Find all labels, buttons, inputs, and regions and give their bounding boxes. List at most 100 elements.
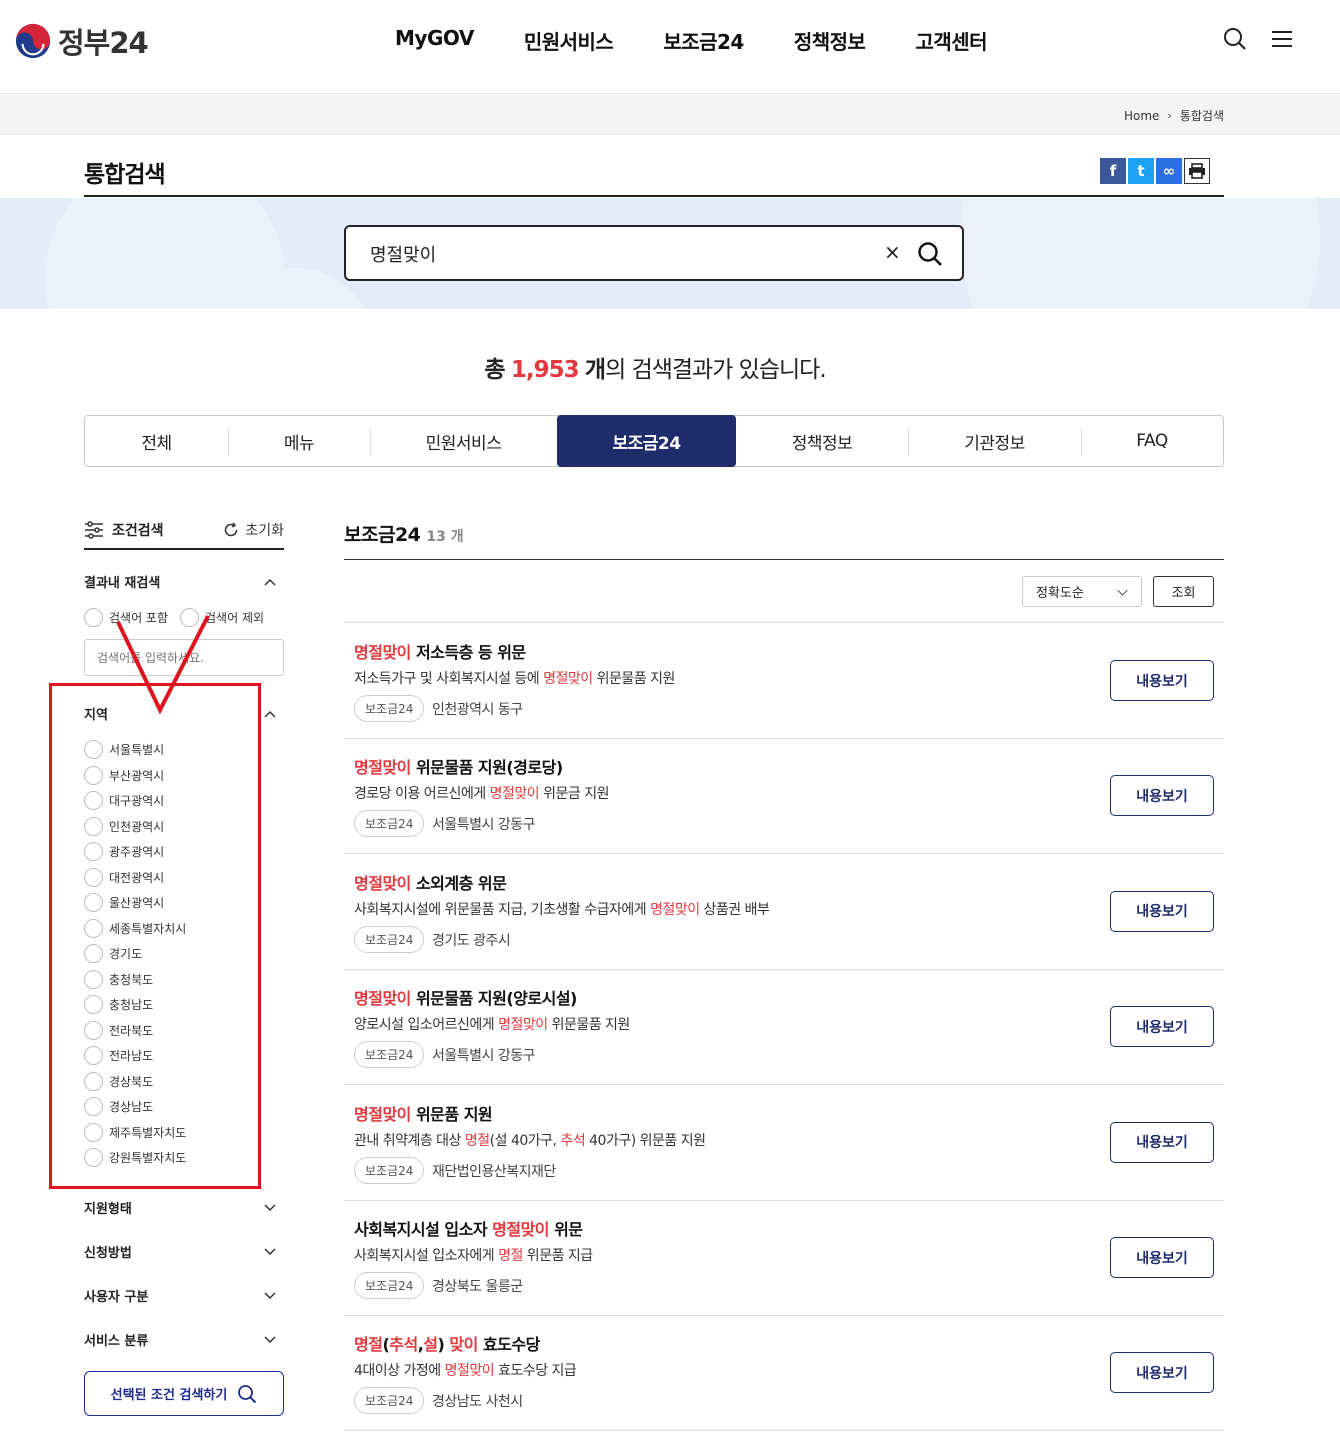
clear-icon[interactable]: × (884, 240, 901, 264)
view-detail-button[interactable]: 내용보기 (1110, 660, 1214, 701)
nav-subsidy24[interactable]: 보조금24 (663, 26, 744, 55)
print-icon[interactable] (1184, 158, 1210, 184)
section-service-category[interactable]: 서비스 분류 (84, 1330, 284, 1349)
menu-icon[interactable] (1268, 24, 1298, 54)
region-radio[interactable]: 세종특별자치시 (84, 916, 186, 942)
view-detail-button[interactable]: 내용보기 (1110, 1121, 1214, 1163)
tab-policy-info[interactable]: 정책정보 (736, 416, 908, 466)
view-detail-button[interactable]: 내용보기 (1110, 1006, 1214, 1048)
search-input[interactable] (370, 241, 850, 267)
radio-circle[interactable] (84, 1071, 103, 1091)
section-support-type[interactable]: 지원형태 (84, 1198, 284, 1217)
tab-subsidy24[interactable]: 보조금24 (557, 415, 736, 467)
nav-civil-service[interactable]: 민원서비스 (524, 26, 614, 55)
view-detail-button[interactable]: 내용보기 (1110, 1237, 1214, 1278)
region-radio[interactable]: 전라북도 (84, 1018, 186, 1044)
radio-circle[interactable] (84, 1097, 103, 1117)
radio-circle[interactable] (84, 944, 103, 964)
tab-faq[interactable]: FAQ (1081, 416, 1223, 466)
radio-circle[interactable] (84, 842, 103, 862)
region-radio[interactable]: 부산광역시 (84, 763, 186, 789)
support-type-title: 지원형태 (84, 1202, 132, 1217)
link-icon[interactable]: ∞ (1156, 158, 1182, 184)
site-logo[interactable]: 정부24 (14, 20, 149, 62)
view-detail-button[interactable]: 내용보기 (1110, 775, 1214, 817)
view-detail-button[interactable]: 내용보기 (1110, 890, 1214, 932)
result-title[interactable]: 명절맞이 위문물품 지원(양로시설) (354, 985, 577, 1009)
sort-select[interactable]: 정확도순 (1022, 576, 1142, 607)
region-radio[interactable]: 광주광역시 (84, 839, 186, 865)
desc-text: 저소득가구 및 사회복지시설 등에 (354, 671, 544, 687)
reset-button[interactable]: 초기화 (223, 520, 284, 540)
radio-circle[interactable] (84, 1020, 103, 1040)
radio-circle[interactable] (84, 1046, 103, 1066)
radio-circle[interactable] (84, 1122, 103, 1142)
result-item: 명절맞이 저소득층 등 위문 저소득가구 및 사회복지시설 등에 명절맞이 위문물… (344, 623, 1224, 739)
radio-circle[interactable] (84, 765, 103, 785)
region-radio[interactable]: 경기도 (84, 941, 186, 967)
region-header[interactable]: 지역 (84, 704, 284, 723)
search-submit-icon[interactable] (916, 240, 944, 268)
agency-name: 서울특별시 강동구 (432, 817, 536, 834)
region-label: 강원특별자치도 (109, 1151, 187, 1166)
region-radio[interactable]: 인천광역시 (84, 814, 186, 840)
radio-circle[interactable] (84, 1148, 103, 1168)
region-radio[interactable]: 대전광역시 (84, 865, 186, 891)
tab-all[interactable]: 전체 (85, 416, 228, 466)
region-radio[interactable]: 대구광역시 (84, 788, 186, 814)
region-radio[interactable]: 울산광역시 (84, 890, 186, 916)
twitter-icon[interactable]: t (1128, 158, 1154, 184)
section-user-type[interactable]: 사용자 구분 (84, 1286, 284, 1305)
radio-circle[interactable] (84, 740, 103, 760)
region-label: 울산광역시 (109, 896, 165, 911)
radio-exclude[interactable]: 검색어 제외 (180, 608, 264, 627)
radio-circle[interactable] (84, 918, 103, 938)
keyword-highlight: 명절맞이 (489, 786, 540, 803)
summary-prefix: 총 (484, 357, 505, 383)
result-title[interactable]: 명절맞이 위문물품 지원(경로당) (354, 754, 563, 778)
results-count: 13 개 (426, 529, 464, 545)
region-label: 인천광역시 (109, 819, 165, 834)
nav-mygov[interactable]: MyGOV (395, 26, 474, 55)
facebook-icon[interactable]: f (1100, 158, 1126, 184)
region-radio[interactable]: 경상남도 (84, 1094, 186, 1120)
desc-text: 효도수당 지급 (494, 1363, 577, 1380)
sort-apply-button[interactable]: 조회 (1153, 576, 1214, 607)
result-item: 명절(추석,설) 맞이 효도수당 4대이상 가정에 명절맞이 효도수당 지급 보조금… (344, 1315, 1224, 1432)
region-label: 대전광역시 (109, 870, 165, 885)
radio-circle[interactable] (84, 893, 103, 913)
result-title[interactable]: 명절(추석,설) 맞이 효도수당 (354, 1331, 540, 1355)
tab-civil-service[interactable]: 민원서비스 (370, 416, 557, 466)
refine-search-input[interactable] (84, 639, 284, 676)
search-icon[interactable] (1220, 24, 1250, 54)
region-radio[interactable]: 전라남도 (84, 1043, 186, 1069)
tab-menu[interactable]: 메뉴 (228, 416, 370, 466)
region-radio[interactable]: 제주특별자치도 (84, 1120, 186, 1146)
refine-header[interactable]: 결과내 재검색 (84, 572, 284, 591)
region-radio[interactable]: 충청남도 (84, 992, 186, 1018)
radio-include[interactable]: 검색어 포함 (84, 608, 168, 627)
tab-agency-info[interactable]: 기관정보 (908, 416, 1081, 466)
chevron-down-icon (264, 1203, 276, 1211)
nav-customer-center[interactable]: 고객센터 (915, 26, 987, 55)
region-radio[interactable]: 경상북도 (84, 1069, 186, 1095)
region-radio[interactable]: 서울특별시 (84, 737, 186, 763)
radio-circle[interactable] (84, 867, 103, 887)
result-title[interactable]: 명절맞이 위문품 지원 (354, 1101, 493, 1125)
radio-exclude-label: 검색어 제외 (205, 611, 265, 625)
condition-search-button[interactable]: 선택된 조건 검색하기 (84, 1371, 284, 1416)
result-title[interactable]: 사회복지시설 입소자 명절맞이 위문 (354, 1216, 583, 1240)
result-title[interactable]: 명절맞이 저소득층 등 위문 (354, 639, 526, 663)
keyword-highlight: 명절 (498, 1248, 523, 1264)
radio-circle[interactable] (84, 969, 103, 989)
radio-circle[interactable] (84, 995, 103, 1015)
breadcrumb-home[interactable]: Home (1124, 109, 1159, 123)
section-apply-method[interactable]: 신청방법 (84, 1242, 284, 1261)
region-radio[interactable]: 강원특별자치도 (84, 1145, 186, 1171)
result-title[interactable]: 명절맞이 소외계층 위문 (354, 870, 507, 894)
view-detail-button[interactable]: 내용보기 (1110, 1352, 1214, 1394)
radio-circle[interactable] (84, 791, 103, 811)
radio-circle[interactable] (84, 816, 103, 836)
region-radio[interactable]: 충청북도 (84, 967, 186, 993)
nav-policy-info[interactable]: 정책정보 (794, 26, 866, 55)
